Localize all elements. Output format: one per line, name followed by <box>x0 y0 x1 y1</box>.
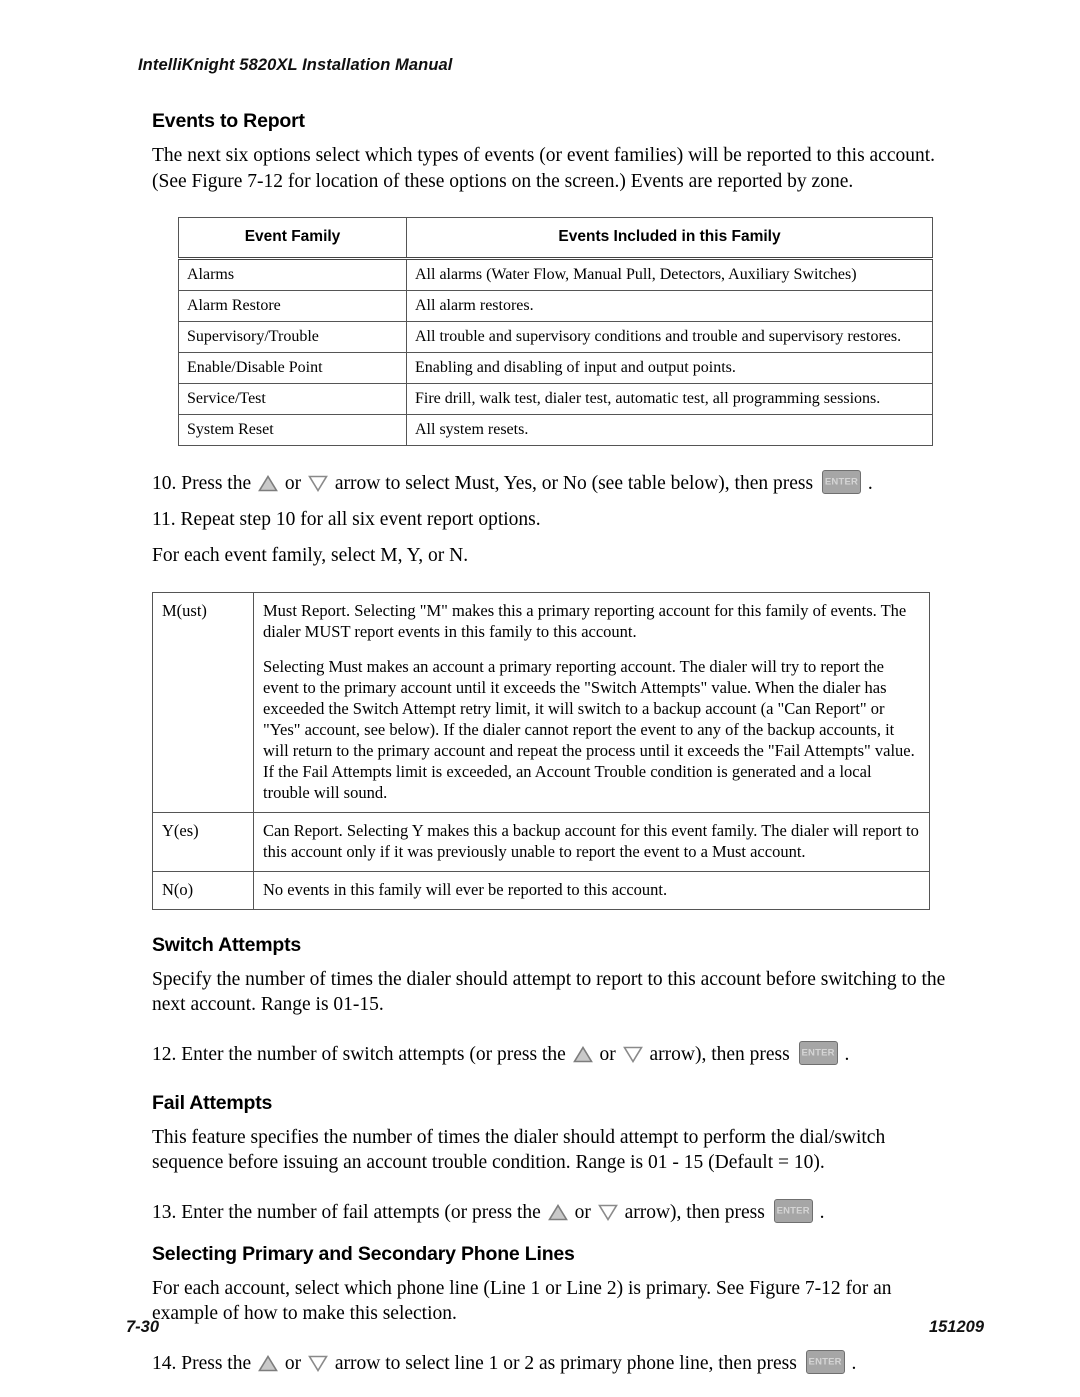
enter-key-label: ENTER <box>776 1204 810 1216</box>
step-12-text-c: arrow), then press <box>649 1043 790 1065</box>
step-14-text-b: or <box>284 1352 302 1374</box>
step-13-text-a: 13. Enter the number of fail attempts (o… <box>152 1201 541 1223</box>
cell-option-description: No events in this family will ever be re… <box>253 870 930 910</box>
column-header-event-family: Event Family <box>178 217 407 260</box>
step-11: 11. Repeat step 10 for all six event rep… <box>152 509 541 530</box>
event-family-table: Event Family Events Included in this Fam… <box>178 217 933 446</box>
enter-key-icon[interactable]: ENTER <box>805 1349 845 1374</box>
document-page: IntelliKnight 5820XL Installation Manual… <box>0 0 1080 1397</box>
table-row: Enable/Disable Point Enabling and disabl… <box>178 352 933 384</box>
table-row: Alarms All alarms (Water Flow, Manual Pu… <box>178 258 933 291</box>
fail-attempts-body: This feature specifies the number of tim… <box>152 1126 886 1174</box>
table-row: Alarm Restore All alarm restores. <box>178 290 933 322</box>
enter-key-icon[interactable]: ENTER <box>798 1040 838 1065</box>
paragraph: Must Report. Selecting "M" makes this a … <box>263 600 907 641</box>
down-triangle-icon <box>622 1045 643 1063</box>
cell-option-key: M(ust) <box>152 591 254 813</box>
footer-page-number: 7-30 <box>126 1318 160 1336</box>
cell-event-family: Alarms <box>178 258 407 291</box>
table-row: M(ust) Must Report. Selecting "M" makes … <box>152 591 930 813</box>
cell-events-included: All alarms (Water Flow, Manual Pull, Det… <box>406 258 933 291</box>
cell-event-family: Supervisory/Trouble <box>178 321 407 353</box>
enter-key-label: ENTER <box>801 1046 835 1058</box>
table-row: Service/Test Fire drill, walk test, dial… <box>178 383 933 415</box>
section-heading-fail-attempts: Fail Attempts <box>152 1091 273 1114</box>
events-to-report-intro: The next six options select which types … <box>152 145 936 192</box>
footer-document-number: 151209 <box>928 1318 984 1336</box>
down-triangle-icon <box>308 474 328 493</box>
cell-events-included: All trouble and supervisory conditions a… <box>406 321 933 353</box>
step-12: 12. Enter the number of switch attempts … <box>152 1040 952 1068</box>
up-triangle-icon <box>547 1203 568 1220</box>
column-header-events-included: Events Included in this Family <box>406 217 933 260</box>
table-row: System Reset All system resets. <box>178 414 933 446</box>
cell-events-included: Enabling and disabling of input and outp… <box>406 352 933 384</box>
section-heading-phone-lines: Selecting Primary and Secondary Phone Li… <box>152 1242 575 1265</box>
enter-key-label: ENTER <box>824 476 859 488</box>
cell-event-family: Service/Test <box>178 383 407 415</box>
cell-events-included: All alarm restores. <box>406 290 933 322</box>
step-13-text-c: arrow), then press <box>624 1201 765 1223</box>
must-yes-no-table: M(ust) Must Report. Selecting "M" makes … <box>152 591 930 910</box>
table-header-row: Event Family Events Included in this Fam… <box>178 217 933 260</box>
step-13: 13. Enter the number of fail attempts (o… <box>152 1198 952 1226</box>
up-triangle-icon <box>258 474 278 492</box>
paragraph: Can Report. Selecting Y makes this a bac… <box>263 820 919 861</box>
step-10: 10. Press the or arrow to select Must, Y… <box>152 470 952 497</box>
cell-event-family: Alarm Restore <box>178 290 407 322</box>
paragraph: No events in this family will ever be re… <box>263 879 668 899</box>
table-row: N(o) No events in this family will ever … <box>152 870 930 910</box>
table-row: Supervisory/Trouble All trouble and supe… <box>178 321 933 353</box>
cell-option-description: Can Report. Selecting Y makes this a bac… <box>253 811 930 872</box>
step-14-text-d: . <box>851 1352 857 1374</box>
cell-option-key: Y(es) <box>152 811 254 872</box>
step-14: 14. Press the or arrow to select line 1 … <box>152 1349 952 1377</box>
cell-option-description: Must Report. Selecting "M" makes this a … <box>253 591 930 813</box>
section-heading-switch-attempts: Switch Attempts <box>152 933 302 956</box>
switch-attempts-body: Specify the number of times the dialer s… <box>152 968 946 1016</box>
paragraph: Selecting Must makes an account a primar… <box>263 656 915 802</box>
cell-events-included: Fire drill, walk test, dialer test, auto… <box>406 383 933 415</box>
step-13-text-b: or <box>574 1201 591 1223</box>
page-content: Events to Report The next six options se… <box>152 110 952 1377</box>
up-triangle-icon <box>258 1354 278 1371</box>
section-heading-events-to-report: Events to Report <box>152 110 305 132</box>
step-12-text-b: or <box>599 1043 616 1065</box>
step-10-text-a: 10. Press the <box>152 473 252 494</box>
step-12-text-d: . <box>844 1043 850 1065</box>
page-footer: 7-30 151209 <box>0 1318 1080 1346</box>
down-triangle-icon <box>308 1354 328 1372</box>
running-header: IntelliKnight 5820XL Installation Manual <box>138 56 453 74</box>
up-triangle-icon <box>572 1045 593 1062</box>
down-triangle-icon <box>597 1203 618 1221</box>
step-10-text-d: . <box>867 473 873 494</box>
cell-event-family: System Reset <box>178 414 407 446</box>
table-row: Y(es) Can Report. Selecting Y makes this… <box>152 811 930 872</box>
enter-key-label: ENTER <box>808 1355 842 1367</box>
step-10-text-b: or <box>284 473 302 494</box>
step-12-text-a: 12. Enter the number of switch attempts … <box>152 1043 566 1065</box>
step-13-text-d: . <box>819 1201 825 1223</box>
step-14-text-a: 14. Press the <box>152 1352 252 1374</box>
step-10-text-c: arrow to select Must, Yes, or No (see ta… <box>334 473 814 494</box>
enter-key-icon[interactable]: ENTER <box>821 470 861 494</box>
cell-event-family: Enable/Disable Point <box>178 352 407 384</box>
cell-events-included: All system resets. <box>406 414 933 446</box>
enter-key-icon[interactable]: ENTER <box>773 1198 813 1223</box>
cell-option-key: N(o) <box>152 870 254 910</box>
step-14-text-c: arrow to select line 1 or 2 as primary p… <box>334 1352 797 1374</box>
select-myn-note: For each event family, select M, Y, or N… <box>152 545 469 566</box>
